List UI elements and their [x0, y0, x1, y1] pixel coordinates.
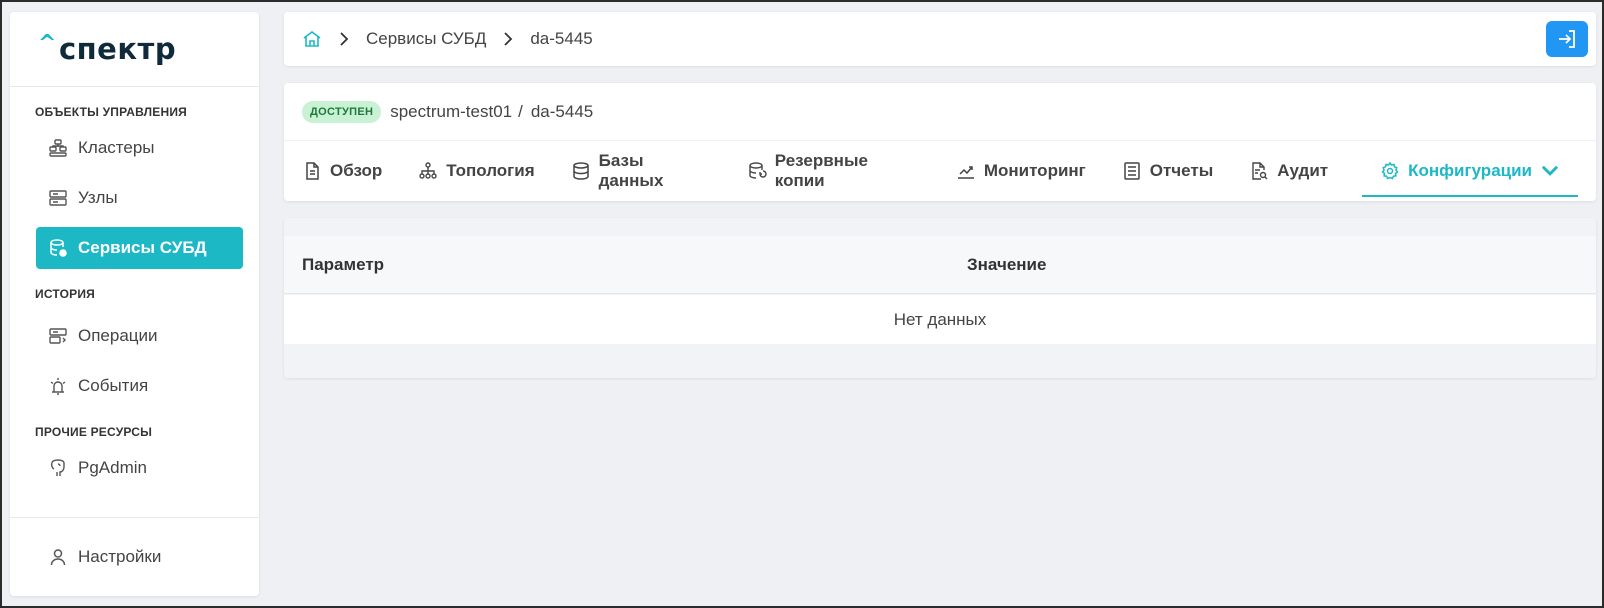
database-service-icon [50, 239, 67, 257]
sidebar-item-label: Узлы [78, 188, 118, 207]
breadcrumb: Сервисы СУБД da-5445 [284, 12, 1596, 66]
tab-label: Базы данных [598, 150, 664, 190]
tab-label: Конфигурации [1408, 160, 1532, 180]
section-title-other: ПРОЧИЕ РЕСУРСЫ [35, 425, 153, 439]
breadcrumb-db-services[interactable]: Сервисы СУБД [366, 29, 486, 49]
sidebar-item-label: Настройки [78, 547, 162, 566]
cluster-icon [49, 139, 67, 157]
chart-icon [957, 165, 974, 179]
document-icon [306, 161, 319, 180]
tab-label: Мониторинг [983, 160, 1086, 180]
sidebar-item-settings[interactable]: Настройки [36, 536, 173, 578]
breadcrumb-current: da-5445 [530, 29, 593, 48]
chevron-right-icon [338, 32, 350, 46]
chevron-down-icon [1541, 165, 1559, 176]
table-header: Параметр Значение [284, 236, 1596, 294]
sidebar: ^ спектр ОБЪЕКТЫ УПРАВЛЕНИЯ Кластеры Узл… [10, 12, 259, 596]
server-icon [49, 190, 67, 206]
operations-icon [49, 328, 67, 344]
logo[interactable]: ^ спектр [10, 12, 259, 87]
report-icon [1124, 161, 1140, 180]
tab-label: Резервные копии [774, 150, 868, 190]
logo-caret: ^ [38, 30, 57, 56]
status-badge: ДОСТУПЕН [302, 100, 382, 123]
backup-icon [749, 161, 767, 179]
logout-icon [1559, 30, 1575, 48]
section-title-objects: ОБЪЕКТЫ УПРАВЛЕНИЯ [35, 105, 187, 119]
sidebar-item-nodes[interactable]: Узлы [36, 177, 243, 219]
topology-icon [419, 161, 437, 179]
service-host[interactable]: spectrum-test01 [390, 102, 512, 122]
tab-label: Отчеты [1149, 160, 1214, 180]
audit-icon [1252, 161, 1268, 180]
service-name: da-5445 [530, 101, 594, 121]
column-parameter[interactable]: Параметр [302, 255, 384, 275]
service-card: ДОСТУПЕН spectrum-test01 / da-5445 Обзор… [284, 83, 1596, 201]
tab-databases[interactable]: Базы данных [571, 141, 729, 200]
sidebar-item-events[interactable]: События [36, 365, 243, 407]
service-header: ДОСТУПЕН spectrum-test01 / da-5445 [284, 83, 1596, 141]
empty-state: Нет данных [284, 295, 1596, 344]
logout-button[interactable] [1546, 21, 1588, 57]
tab-backups[interactable]: Резервные копии [747, 141, 938, 200]
sidebar-item-clusters[interactable]: Кластеры [36, 127, 243, 169]
tab-label: Топология [446, 160, 535, 180]
tab-overview[interactable]: Обзор [302, 141, 400, 200]
sidebar-item-db-services[interactable]: Сервисы СУБД [36, 227, 243, 269]
config-table: Параметр Значение Нет данных [284, 218, 1596, 378]
column-value[interactable]: Значение [967, 255, 1046, 275]
alarm-icon [50, 378, 66, 395]
tab-topology[interactable]: Топология [418, 141, 552, 200]
logo-text: спектр [58, 32, 177, 66]
tab-reports[interactable]: Отчеты [1122, 141, 1232, 200]
database-icon [572, 161, 589, 180]
home-icon[interactable] [302, 29, 322, 49]
gear-icon [1381, 161, 1399, 179]
path-separator: / [518, 101, 523, 121]
sidebar-item-operations[interactable]: Операции [36, 315, 243, 357]
tab-audit[interactable]: Аудит [1249, 141, 1346, 200]
tab-bar: Обзор Топология Базы данных Резервные ко… [284, 141, 1596, 200]
chevron-right-icon [502, 32, 514, 46]
sidebar-item-label: PgAdmin [78, 458, 147, 477]
postgres-elephant-icon [50, 459, 65, 476]
section-title-history: ИСТОРИЯ [35, 287, 96, 301]
sidebar-item-label: Операции [78, 326, 158, 345]
sidebar-footer: Настройки [10, 517, 259, 596]
sidebar-item-label: События [78, 376, 149, 395]
sidebar-item-label: Кластеры [78, 138, 155, 157]
tab-label: Обзор [330, 160, 383, 180]
sidebar-item-label: Сервисы СУБД [78, 238, 207, 257]
sidebar-item-pgadmin[interactable]: PgAdmin [36, 447, 243, 489]
tab-monitoring[interactable]: Мониторинг [956, 141, 1104, 200]
tab-label: Аудит [1277, 160, 1329, 180]
tab-configurations[interactable]: Конфигурации [1362, 141, 1578, 200]
user-icon [50, 549, 66, 566]
